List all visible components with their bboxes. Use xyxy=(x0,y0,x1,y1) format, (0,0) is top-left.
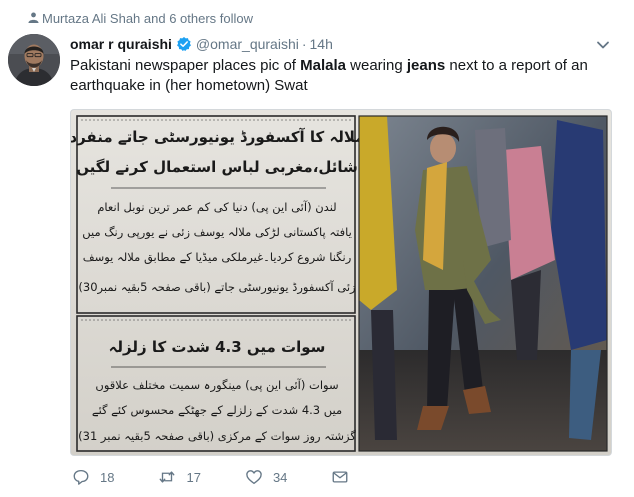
verified-badge-icon xyxy=(176,37,191,51)
headline-malala: ملالہ کا آکسفورڈ یونیورسٹی جاتے منفرد xyxy=(71,128,365,146)
tweet-text-bold: jeans xyxy=(406,57,446,74)
headline-earthquake: سوات میں 4.3 شدت کا زلزلہ xyxy=(109,338,326,356)
heart-icon xyxy=(246,470,262,485)
retweet-count: 17 xyxy=(186,469,201,485)
tweet-actions: 18 17 34 xyxy=(72,468,403,486)
avatar[interactable] xyxy=(8,34,60,86)
direct-message-button[interactable] xyxy=(331,468,359,486)
author-name[interactable]: omar r quraishi xyxy=(70,36,172,52)
like-count: 34 xyxy=(272,469,288,485)
retweet-icon xyxy=(160,471,175,483)
article-body-line: لندن (آئی این پی) دنیا کی کم عمر ترین نو… xyxy=(97,200,336,215)
social-context: Murtaza Ali Shah and 6 others follow xyxy=(28,9,254,27)
news-photo xyxy=(358,115,608,452)
tweet-media[interactable]: ملالہ کا آکسفورڈ یونیورسٹی جاتے منفرد شا… xyxy=(70,109,612,456)
tweet-header: omar r quraishi @omar_quraishi · 14h xyxy=(70,34,604,54)
separator-dot: · xyxy=(301,36,307,52)
social-context-text: Murtaza Ali Shah and 6 others follow xyxy=(42,10,254,26)
tweet-timestamp[interactable]: 14h xyxy=(310,36,333,52)
tweet-text-part: Pakistani newspaper places pic of xyxy=(70,57,301,74)
article-body-line: گزشتہ روز سوات کے مرکزی (باقی صفحہ 5بقیہ… xyxy=(78,429,356,444)
chevron-down-icon[interactable] xyxy=(596,38,610,52)
like-button[interactable]: 34 xyxy=(245,468,287,486)
envelope-icon xyxy=(332,471,348,483)
reply-button[interactable]: 18 xyxy=(72,468,114,486)
article-body-line: میں 4.3 شدت کے زلزلے کے جھٹکے محسوس کئے … xyxy=(92,403,342,418)
tweet-text: Pakistani newspaper places pic of Malala… xyxy=(70,56,618,96)
article-body-line: سوات (آئی این پی) مینگورہ سمیت مختلف علا… xyxy=(95,378,338,393)
reply-count: 18 xyxy=(100,469,115,485)
newspaper-clipping-image: ملالہ کا آکسفورڈ یونیورسٹی جاتے منفرد شا… xyxy=(71,110,611,455)
tweet-text-bold: Malala xyxy=(300,57,346,74)
person-icon xyxy=(28,12,39,23)
article-body-line: یافتہ پاکستانی لڑکی ملالہ یوسف زئی نے یو… xyxy=(82,225,352,240)
article-body-line: زئی آکسفورڈ یونیورسٹی جاتے (باقی صفحہ 5ب… xyxy=(78,280,355,295)
reply-icon xyxy=(73,469,89,485)
author-handle[interactable]: @omar_quraishi xyxy=(196,36,299,52)
avatar-image xyxy=(8,34,60,86)
tweet-text-part: wearing xyxy=(346,57,407,74)
retweet-button[interactable]: 17 xyxy=(158,468,201,486)
article-body-line: رنگنا شروع کردیا۔غیرملکی میڈیا کے مطابق … xyxy=(83,250,352,265)
headline-malala-2: شائل،مغربی لباس استعمال کرنے لگیں xyxy=(76,158,358,176)
